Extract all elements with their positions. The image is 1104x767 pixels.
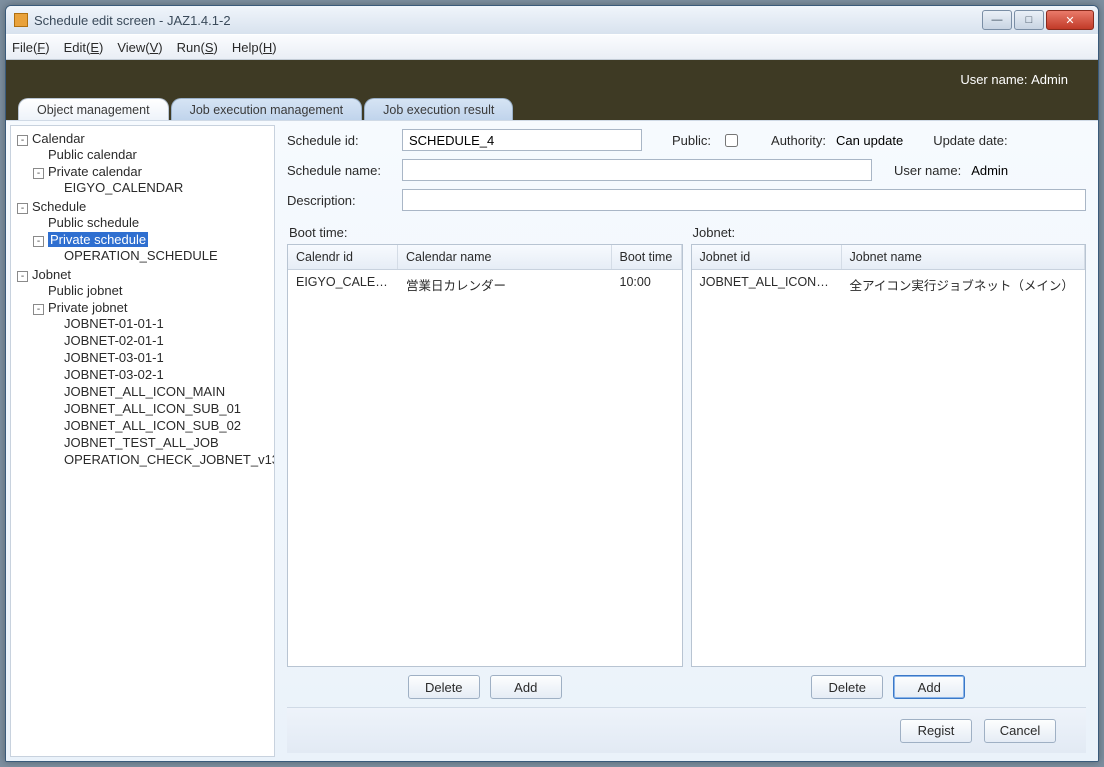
update-date-label: Update date: xyxy=(933,133,1007,148)
menu-bar: File(F) Edit(E) View(V) Run(S) Help(H) xyxy=(6,34,1098,60)
col-jobnet-name[interactable]: Jobnet name xyxy=(842,245,1086,269)
tree-item[interactable]: JOBNET_ALL_ICON_SUB_01 xyxy=(64,401,241,416)
schedule-name-input[interactable] xyxy=(402,159,872,181)
tree-private-schedule[interactable]: Private schedule xyxy=(48,232,148,247)
table-row[interactable]: EIGYO_CALENDAR 営業日カレンダー 10:00 xyxy=(288,270,682,300)
header-user-label: User name: xyxy=(960,72,1027,87)
tree-jobnet[interactable]: Jobnet xyxy=(32,267,71,282)
cancel-button[interactable]: Cancel xyxy=(984,719,1056,743)
public-checkbox[interactable] xyxy=(725,134,738,147)
tree-schedule[interactable]: Schedule xyxy=(32,199,86,214)
user-name-value: Admin xyxy=(971,163,1008,178)
tree-toggle[interactable]: - xyxy=(33,168,44,179)
tab-object-management[interactable]: Object management xyxy=(18,98,169,120)
tree-private-jobnet[interactable]: Private jobnet xyxy=(48,300,128,315)
cell-calendar-name: 営業日カレンダー xyxy=(398,270,612,299)
tree-item[interactable]: JOBNET-02-01-1 xyxy=(64,333,164,348)
tree-item[interactable]: JOBNET-01-01-1 xyxy=(64,316,164,331)
boot-time-grid[interactable]: Calendr id Calendar name Boot time EIGYO… xyxy=(287,244,683,667)
minimize-button[interactable]: — xyxy=(982,10,1012,30)
window-title: Schedule edit screen - JAZ1.4.1-2 xyxy=(34,13,980,28)
app-icon xyxy=(14,13,28,27)
col-boot-time[interactable]: Boot time xyxy=(612,245,682,269)
maximize-button[interactable]: □ xyxy=(1014,10,1044,30)
header-band: User name: Admin xyxy=(6,60,1098,98)
close-button[interactable]: ✕ xyxy=(1046,10,1094,30)
tree-toggle[interactable]: - xyxy=(33,304,44,315)
jobnet-block: Jobnet: Jobnet id Jobnet name JOBNET_ALL… xyxy=(691,219,1087,707)
boot-time-block: Boot time: Calendr id Calendar name Boot… xyxy=(287,219,683,707)
jobnet-add-button[interactable]: Add xyxy=(893,675,965,699)
cell-calendar-id: EIGYO_CALENDAR xyxy=(288,270,398,299)
jobnet-delete-button[interactable]: Delete xyxy=(811,675,883,699)
menu-run[interactable]: Run(S) xyxy=(177,40,218,55)
tree-item[interactable]: OPERATION_CHECK_JOBNET_v130 xyxy=(64,452,275,467)
bottom-bar: Regist Cancel xyxy=(287,707,1086,753)
schedule-id-label: Schedule id: xyxy=(287,133,392,148)
app-window: Schedule edit screen - JAZ1.4.1-2 — □ ✕ … xyxy=(5,5,1099,762)
cell-jobnet-name: 全アイコン実行ジョブネット（メイン） xyxy=(842,270,1086,299)
tree-toggle[interactable]: - xyxy=(17,135,28,146)
jobnet-label: Jobnet: xyxy=(693,225,1087,240)
tree-item[interactable]: JOBNET_TEST_ALL_JOB xyxy=(64,435,219,450)
schedule-name-label: Schedule name: xyxy=(287,163,392,178)
tree-toggle[interactable]: - xyxy=(17,271,28,282)
tree-toggle[interactable]: - xyxy=(17,203,28,214)
tab-job-execution-result[interactable]: Job execution result xyxy=(364,98,513,120)
col-calendar-name[interactable]: Calendar name xyxy=(398,245,612,269)
col-calendar-id[interactable]: Calendr id xyxy=(288,245,398,269)
schedule-id-input[interactable] xyxy=(402,129,642,151)
tree-eigyo-calendar[interactable]: EIGYO_CALENDAR xyxy=(64,180,183,195)
jobnet-grid[interactable]: Jobnet id Jobnet name JOBNET_ALL_ICON_MA… xyxy=(691,244,1087,667)
menu-help[interactable]: Help(H) xyxy=(232,40,277,55)
tree-item[interactable]: JOBNET-03-01-1 xyxy=(64,350,164,365)
description-label: Description: xyxy=(287,193,392,208)
boot-delete-button[interactable]: Delete xyxy=(408,675,480,699)
menu-edit[interactable]: Edit(E) xyxy=(64,40,104,55)
table-row[interactable]: JOBNET_ALL_ICON_MAIN 全アイコン実行ジョブネット（メイン） xyxy=(692,270,1086,300)
tree-toggle[interactable]: - xyxy=(33,236,44,247)
cell-boot-time: 10:00 xyxy=(612,270,682,299)
col-jobnet-id[interactable]: Jobnet id xyxy=(692,245,842,269)
tab-job-execution-management[interactable]: Job execution management xyxy=(171,98,363,120)
authority-value: Can update xyxy=(836,133,903,148)
tree-item[interactable]: JOBNET-03-02-1 xyxy=(64,367,164,382)
tree-calendar[interactable]: Calendar xyxy=(32,131,85,146)
public-label: Public: xyxy=(672,133,711,148)
menu-view[interactable]: View(V) xyxy=(117,40,162,55)
menu-file[interactable]: File(F) xyxy=(12,40,50,55)
object-tree[interactable]: -Calendar Public calendar -Private calen… xyxy=(10,125,275,757)
boot-time-label: Boot time: xyxy=(289,225,683,240)
tree-operation-schedule[interactable]: OPERATION_SCHEDULE xyxy=(64,248,218,263)
tree-public-jobnet[interactable]: Public jobnet xyxy=(48,283,122,298)
tabs: Object management Job execution manageme… xyxy=(6,98,1098,120)
header-user-value: Admin xyxy=(1031,72,1068,87)
body: -Calendar Public calendar -Private calen… xyxy=(6,120,1098,761)
boot-add-button[interactable]: Add xyxy=(490,675,562,699)
tree-public-calendar[interactable]: Public calendar xyxy=(48,147,137,162)
authority-label: Authority: xyxy=(771,133,826,148)
tree-public-schedule[interactable]: Public schedule xyxy=(48,215,139,230)
regist-button[interactable]: Regist xyxy=(900,719,972,743)
title-bar[interactable]: Schedule edit screen - JAZ1.4.1-2 — □ ✕ xyxy=(6,6,1098,34)
description-input[interactable] xyxy=(402,189,1086,211)
tree-item[interactable]: JOBNET_ALL_ICON_SUB_02 xyxy=(64,418,241,433)
tree-item[interactable]: JOBNET_ALL_ICON_MAIN xyxy=(64,384,225,399)
main-panel: Schedule id: Public: Authority: Can upda… xyxy=(279,121,1098,761)
cell-jobnet-id: JOBNET_ALL_ICON_MAIN xyxy=(692,270,842,299)
user-name-label: User name: xyxy=(894,163,961,178)
tree-private-calendar[interactable]: Private calendar xyxy=(48,164,142,179)
